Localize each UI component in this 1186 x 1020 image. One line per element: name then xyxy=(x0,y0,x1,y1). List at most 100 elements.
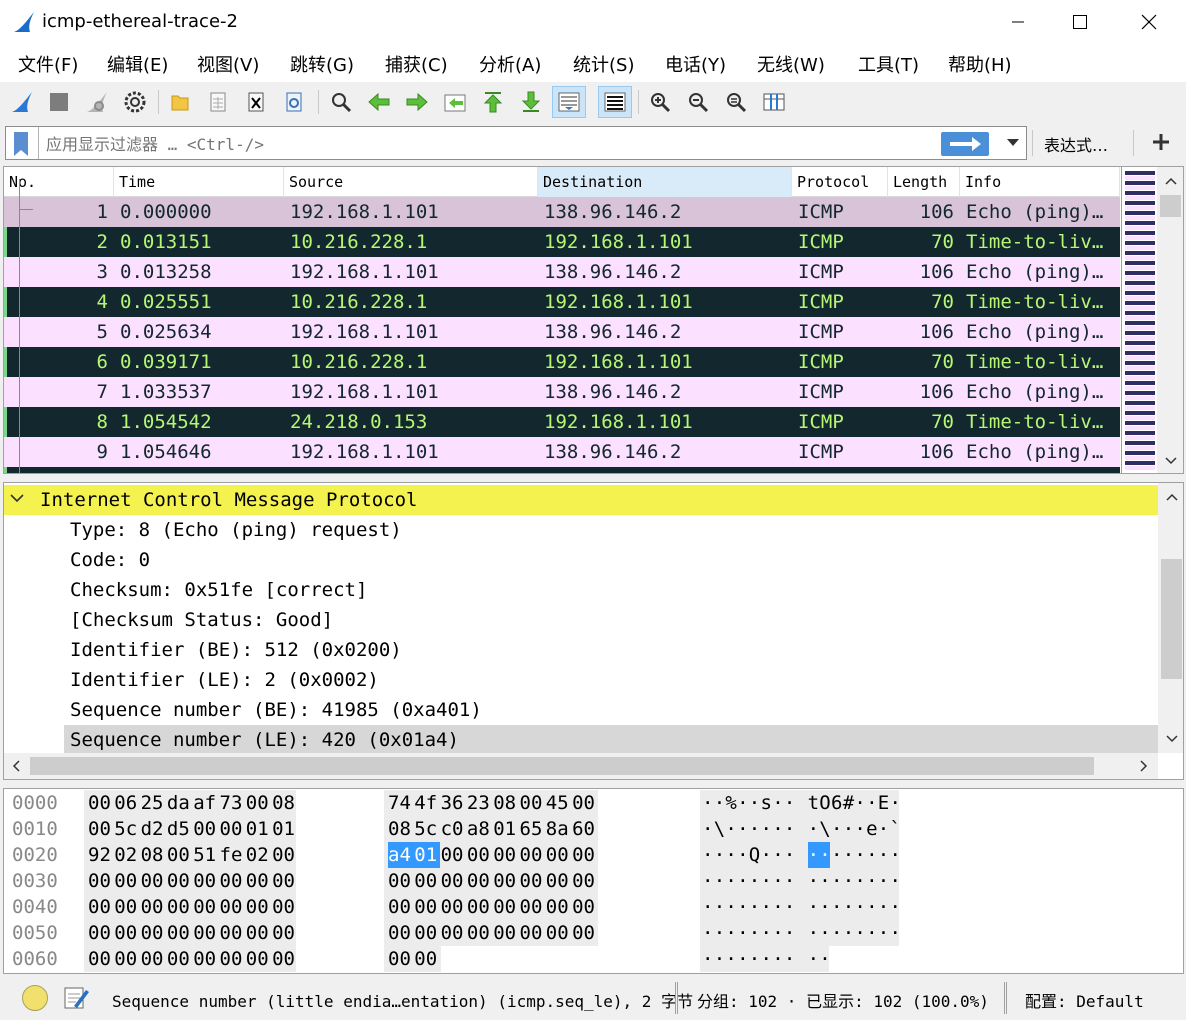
ascii-char[interactable]: · xyxy=(807,842,819,868)
ascii-char[interactable]: · xyxy=(725,946,736,972)
protocol-field[interactable]: Sequence number (LE): 420 (0x01a4) xyxy=(64,725,1158,755)
zoom-reset-button[interactable] xyxy=(719,86,753,118)
hex-byte[interactable]: 00 xyxy=(88,946,114,972)
hex-byte[interactable]: 74 xyxy=(388,790,414,816)
ascii-char[interactable]: · xyxy=(702,816,713,842)
hex-byte[interactable]: 08 xyxy=(493,790,519,816)
hex-byte[interactable]: 08 xyxy=(388,816,414,842)
ascii-char[interactable]: · xyxy=(737,868,748,894)
hex-byte[interactable]: 00 xyxy=(441,920,467,946)
hex-byte[interactable]: 01 xyxy=(493,816,519,842)
display-filter-input[interactable] xyxy=(46,127,936,159)
hex-byte[interactable]: 00 xyxy=(572,920,598,946)
ascii-char[interactable]: · xyxy=(784,816,795,842)
hex-byte[interactable]: 00 xyxy=(167,842,193,868)
hex-byte[interactable]: 00 xyxy=(246,868,272,894)
hex-byte[interactable]: 00 xyxy=(467,920,493,946)
hex-byte[interactable]: 01 xyxy=(414,842,441,868)
details-horizontal-scrollbar[interactable] xyxy=(4,753,1158,779)
ascii-char[interactable]: · xyxy=(784,920,795,946)
ascii-char[interactable]: · xyxy=(831,816,842,842)
ascii-char[interactable]: · xyxy=(737,790,748,816)
ascii-char[interactable]: · xyxy=(808,816,819,842)
ascii-char[interactable]: e xyxy=(866,816,877,842)
hex-byte[interactable]: 00 xyxy=(272,868,298,894)
hex-byte[interactable]: 00 xyxy=(388,894,414,920)
ascii-char[interactable]: · xyxy=(866,894,877,920)
column-time[interactable]: Time xyxy=(114,167,284,197)
hex-byte[interactable]: 00 xyxy=(493,868,519,894)
hex-byte[interactable]: 00 xyxy=(467,894,493,920)
hex-byte[interactable]: 08 xyxy=(141,842,167,868)
ascii-char[interactable]: · xyxy=(702,868,713,894)
packet-row[interactable]: 7 1.033537 192.168.1.101 138.96.146.2 ICMP 10… xyxy=(4,377,1120,407)
menu-file[interactable]: 文件(F) xyxy=(18,51,78,77)
hex-byte[interactable]: 00 xyxy=(493,894,519,920)
capture-comment-icon[interactable] xyxy=(62,984,90,1012)
ascii-char[interactable]: · xyxy=(831,842,842,868)
restart-capture-button[interactable] xyxy=(80,86,114,118)
ascii-char[interactable]: · xyxy=(808,894,819,920)
packet-row[interactable]: 9 1.054646 192.168.1.101 138.96.146.2 ICMP 10… xyxy=(4,437,1120,467)
packet-row[interactable]: 4 0.025551 10.216.228.1 192.168.1.101 ICMP 70… xyxy=(4,287,1120,317)
ascii-char[interactable]: · xyxy=(890,790,901,816)
ascii-char[interactable]: · xyxy=(890,842,901,868)
scroll-thumb[interactable] xyxy=(1160,195,1181,217)
hex-byte[interactable]: 00 xyxy=(572,894,598,920)
ascii-char[interactable]: · xyxy=(725,816,736,842)
save-file-button[interactable] xyxy=(201,86,235,118)
hex-byte[interactable]: 00 xyxy=(167,946,193,972)
hex-byte[interactable]: 01 xyxy=(272,816,298,842)
hex-byte[interactable]: 02 xyxy=(246,842,272,868)
ascii-char[interactable]: · xyxy=(808,946,819,972)
ascii-char[interactable]: · xyxy=(890,920,901,946)
autoscroll-button[interactable] xyxy=(552,86,586,118)
protocol-field[interactable]: Sequence number (BE): 41985 (0xa401) xyxy=(64,695,1158,725)
hex-byte[interactable]: af xyxy=(193,790,219,816)
ascii-char[interactable]: · xyxy=(878,920,889,946)
column-length[interactable]: Length xyxy=(888,167,960,197)
hex-byte[interactable]: 92 xyxy=(88,842,114,868)
scroll-up-arrow[interactable] xyxy=(1158,485,1183,509)
hex-byte[interactable]: 00 xyxy=(193,868,219,894)
hex-byte[interactable]: 00 xyxy=(414,868,440,894)
hex-byte[interactable]: 00 xyxy=(546,894,572,920)
ascii-char[interactable]: · xyxy=(854,790,865,816)
hex-byte[interactable]: 00 xyxy=(572,790,598,816)
packet-list-scrollbar[interactable] xyxy=(1157,167,1183,473)
protocol-field[interactable]: Code: 0 xyxy=(64,545,1158,575)
ascii-char[interactable]: · xyxy=(737,894,748,920)
hex-byte[interactable]: 00 xyxy=(141,894,167,920)
go-back-button[interactable] xyxy=(362,86,396,118)
menu-help[interactable]: 帮助(H) xyxy=(948,51,1012,77)
ascii-char[interactable]: · xyxy=(808,868,819,894)
ascii-char[interactable]: · xyxy=(784,842,795,868)
go-forward-button[interactable] xyxy=(400,86,434,118)
packet-row[interactable]: 2 0.013151 10.216.228.1 192.168.1.101 ICMP 70… xyxy=(4,227,1120,257)
hex-byte[interactable]: 25 xyxy=(141,790,167,816)
ascii-char[interactable]: · xyxy=(761,868,772,894)
maximize-button[interactable] xyxy=(1047,0,1113,44)
ascii-char[interactable]: · xyxy=(819,920,830,946)
ascii-char[interactable]: · xyxy=(831,920,842,946)
column-source[interactable]: Source xyxy=(284,167,538,197)
packet-minimap[interactable] xyxy=(1121,167,1157,473)
menu-capture[interactable]: 捕获(C) xyxy=(385,51,448,77)
ascii-char[interactable]: · xyxy=(831,868,842,894)
colorize-button[interactable] xyxy=(598,86,632,118)
hex-byte[interactable]: 00 xyxy=(220,920,246,946)
hex-byte[interactable]: 00 xyxy=(272,946,298,972)
start-capture-button[interactable] xyxy=(5,86,39,118)
ascii-char[interactable]: · xyxy=(761,816,772,842)
hex-byte[interactable]: 8a xyxy=(546,816,572,842)
ascii-char[interactable]: · xyxy=(702,842,713,868)
ascii-char[interactable]: · xyxy=(714,868,725,894)
hex-byte[interactable]: d5 xyxy=(167,816,193,842)
column-destination[interactable]: Destination xyxy=(538,167,792,197)
ascii-char[interactable]: · xyxy=(761,842,772,868)
hex-byte[interactable]: c0 xyxy=(441,816,467,842)
zoom-out-button[interactable] xyxy=(681,86,715,118)
hex-byte[interactable]: 00 xyxy=(493,842,519,868)
ascii-char[interactable]: · xyxy=(725,868,736,894)
ascii-char[interactable]: · xyxy=(714,790,725,816)
